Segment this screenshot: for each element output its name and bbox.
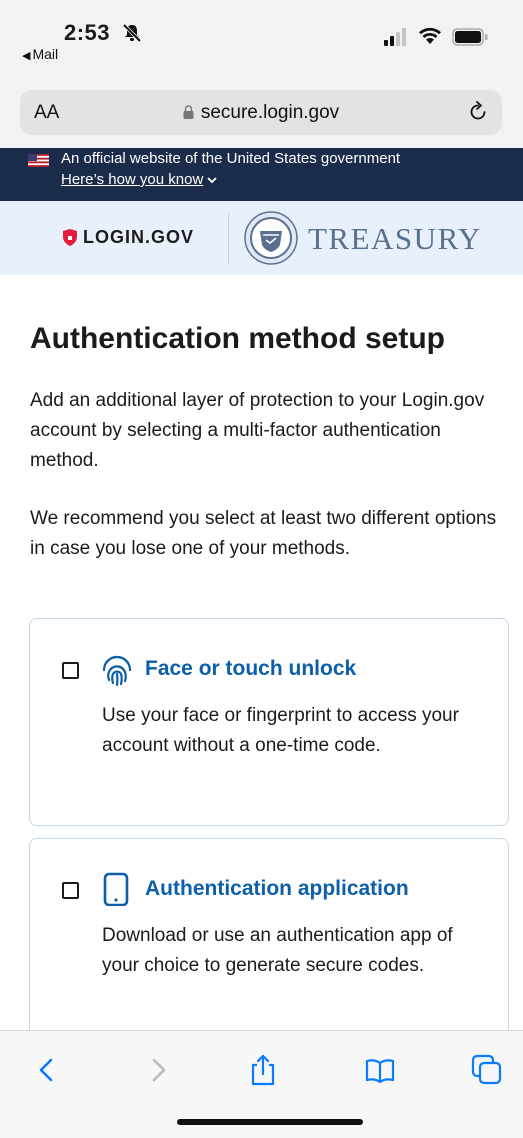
- browser-address-area: AA secure.login.gov: [0, 88, 523, 148]
- gov-banner: An official website of the United States…: [0, 148, 523, 201]
- fingerprint-icon: [102, 655, 132, 687]
- url-text: secure.login.gov: [200, 102, 340, 123]
- back-to-app[interactable]: ◀ Mail: [22, 46, 58, 62]
- how-you-know-link[interactable]: Here’s how you know: [61, 171, 217, 188]
- signal-icon: [384, 28, 406, 46]
- share-icon[interactable]: [246, 1053, 280, 1087]
- auth-app-description: Download or use an authentication app of…: [102, 925, 453, 976]
- back-app-label: Mail: [32, 46, 59, 62]
- lock-icon: [183, 105, 194, 119]
- logo-divider: [228, 213, 229, 265]
- page-title: Authentication method setup: [30, 322, 445, 355]
- face-touch-title: Face or touch unlock: [145, 657, 357, 680]
- url-display[interactable]: secure.login.gov: [20, 102, 502, 124]
- bell-slash-icon: [122, 23, 142, 43]
- us-flag-icon: [28, 154, 49, 167]
- status-bar: 2:53 ◀ Mail: [0, 0, 523, 88]
- official-site-text: An official website of the United States…: [61, 150, 401, 167]
- face-touch-description: Use your face or fingerprint to access y…: [102, 705, 459, 756]
- forward-icon[interactable]: [141, 1053, 175, 1087]
- logo-bar: LOGIN.GOV TREASURY: [0, 201, 523, 275]
- login-gov-logo: LOGIN.GOV: [63, 227, 194, 248]
- battery-icon: [452, 28, 488, 46]
- tabs-icon[interactable]: [470, 1053, 504, 1087]
- reload-icon[interactable]: [466, 100, 490, 124]
- option-face-touch-unlock[interactable]: Face or touch unlock Use your face or fi…: [29, 618, 509, 826]
- phone-icon: [103, 872, 129, 906]
- login-gov-text: LOGIN.GOV: [83, 227, 195, 247]
- home-indicator[interactable]: [177, 1119, 363, 1125]
- face-touch-checkbox[interactable]: [62, 662, 79, 679]
- address-bar[interactable]: AA secure.login.gov: [20, 90, 502, 135]
- how-you-know-label: Here’s how you know: [61, 171, 204, 188]
- treasury-seal-icon: [244, 211, 298, 265]
- recommend-text: We recommend you select at least two dif…: [30, 508, 497, 559]
- status-time: 2:53: [64, 20, 111, 45]
- intro-text: Add an additional layer of protection to…: [30, 390, 485, 471]
- bookmarks-icon[interactable]: [363, 1053, 397, 1087]
- chevron-down-icon: [207, 177, 217, 184]
- wifi-icon: [419, 27, 441, 44]
- back-triangle-icon: ◀: [22, 50, 31, 62]
- auth-app-title: Authentication application: [145, 877, 409, 900]
- auth-app-checkbox[interactable]: [62, 882, 79, 899]
- back-icon[interactable]: [30, 1053, 64, 1087]
- shield-icon: [63, 229, 77, 246]
- treasury-text: TREASURY: [308, 221, 482, 256]
